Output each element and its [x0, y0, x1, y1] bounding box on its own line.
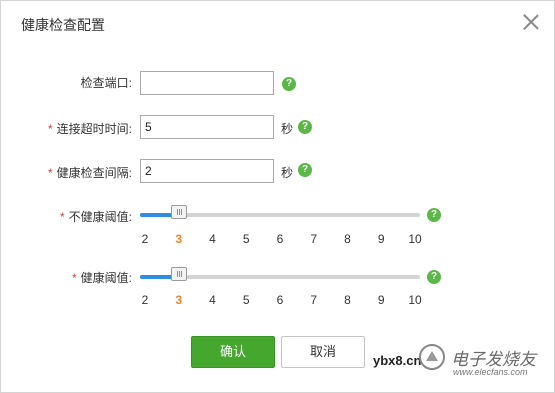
tick-7[interactable]: 7	[304, 293, 324, 307]
watermark-site: ybx8.cn	[373, 353, 422, 368]
healthy-threshold-label: * 健康阈值:	[72, 269, 132, 286]
tick-10[interactable]: 10	[405, 293, 425, 307]
port-help-icon[interactable]: ?	[282, 77, 296, 91]
tick-9[interactable]: 9	[371, 232, 391, 246]
tick-4[interactable]: 4	[203, 232, 223, 246]
tick-9[interactable]: 9	[371, 293, 391, 307]
tick-2[interactable]: 2	[135, 293, 155, 307]
healthy-threshold-label-text: 健康阈值:	[80, 271, 132, 285]
unhealthy-threshold-label-text: 不健康阈值:	[68, 210, 132, 224]
port-label: 检查端口:	[81, 74, 132, 91]
tick-4[interactable]: 4	[203, 293, 223, 307]
timeout-label: * 连接超时时间:	[48, 120, 132, 137]
unhealthy-threshold-ticks: 2 3 4 5 6 7 8 9 10	[140, 232, 422, 246]
interval-input[interactable]	[140, 159, 274, 183]
health-check-dialog: 健康检查配置 检查端口: ? *连接超时时间: 秒 ? *健康检查间隔: 秒 ?…	[0, 0, 555, 393]
timeout-unit: 秒	[281, 122, 294, 136]
slider-thumb[interactable]	[170, 267, 187, 281]
interval-required-mark: *	[47, 166, 53, 180]
unhealthy-required-mark: *	[59, 210, 65, 224]
watermark-url: www.elecfans.com	[453, 367, 528, 377]
watermark-logo-icon	[419, 344, 445, 370]
healthy-threshold-help-icon[interactable]: ?	[427, 270, 441, 284]
timeout-help-icon[interactable]: ?	[298, 120, 312, 134]
tick-7[interactable]: 7	[304, 232, 324, 246]
interval-help-icon[interactable]: ?	[298, 163, 312, 177]
tick-6[interactable]: 6	[270, 232, 290, 246]
tick-3[interactable]: 3	[169, 293, 189, 307]
dialog-title: 健康检查配置	[21, 17, 105, 33]
tick-8[interactable]: 8	[338, 232, 358, 246]
healthy-required-mark: *	[71, 271, 77, 285]
interval-label: * 健康检查间隔:	[48, 164, 132, 181]
unhealthy-threshold-help-icon[interactable]: ?	[427, 208, 441, 222]
tick-8[interactable]: 8	[338, 293, 358, 307]
tick-3[interactable]: 3	[169, 232, 189, 246]
timeout-input[interactable]	[140, 115, 274, 139]
healthy-threshold-ticks: 2 3 4 5 6 7 8 9 10	[140, 293, 422, 307]
port-label-text: 检查端口:	[80, 76, 132, 90]
tick-6[interactable]: 6	[270, 293, 290, 307]
cancel-button[interactable]: 取消	[281, 336, 365, 368]
unhealthy-threshold-slider[interactable]	[140, 205, 420, 220]
interval-unit: 秒	[281, 166, 294, 180]
healthy-threshold-slider[interactable]	[140, 267, 420, 282]
interval-label-text: 健康检查间隔:	[56, 166, 132, 180]
confirm-button[interactable]: 确认	[191, 336, 275, 368]
tick-2[interactable]: 2	[135, 232, 155, 246]
tick-5[interactable]: 5	[236, 293, 256, 307]
timeout-required-mark: *	[47, 122, 53, 136]
tick-10[interactable]: 10	[405, 232, 425, 246]
slider-thumb[interactable]	[170, 205, 187, 219]
port-input[interactable]	[140, 71, 274, 95]
tick-5[interactable]: 5	[236, 232, 256, 246]
unhealthy-threshold-label: * 不健康阈值:	[60, 208, 132, 225]
timeout-label-text: 连接超时时间:	[56, 122, 132, 136]
close-icon[interactable]	[521, 12, 541, 32]
